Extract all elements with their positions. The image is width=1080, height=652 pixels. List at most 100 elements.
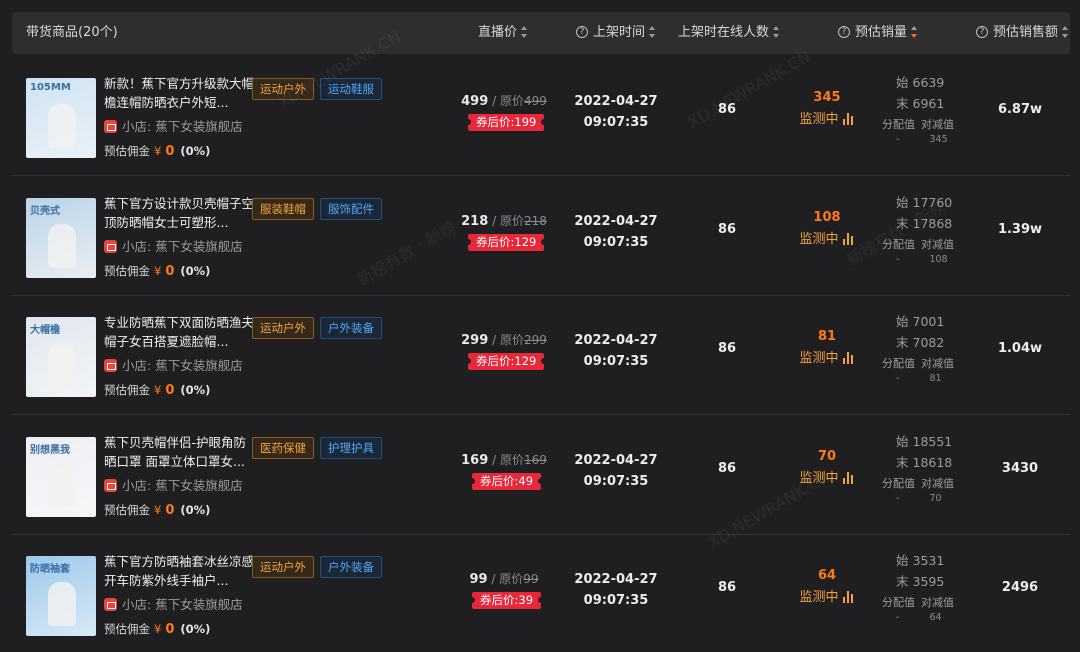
monitoring-status[interactable]: 监测中 <box>782 347 872 366</box>
thumbnail-text: 别想黑我 <box>30 444 70 456</box>
category-tag[interactable]: 运动户外 <box>252 317 314 339</box>
help-icon[interactable]: ? <box>576 25 588 38</box>
subcategory-tag[interactable]: 户外装备 <box>320 317 382 339</box>
yen-symbol: ¥ <box>154 502 162 517</box>
coupon-price-badge: 券后价:39 <box>468 592 545 609</box>
table-row[interactable]: 别想黑我 蕉下贝壳帽伴侣-护眼角防晒口罩 面罩立体口罩女... 医药保健 护理护具… <box>12 415 1070 535</box>
monitoring-status[interactable]: 监测中 <box>782 108 872 127</box>
estimated-sales[interactable]: 64 监测中 <box>782 568 872 605</box>
live-price: 299 / 原价299 <box>444 331 564 348</box>
sort-icon[interactable] <box>521 25 528 38</box>
shop-prefix: 小店: <box>122 477 152 493</box>
coupon-price: 129 <box>514 354 537 368</box>
category-tag[interactable]: 运动户外 <box>252 556 314 578</box>
shop-icon <box>104 120 117 133</box>
product-title[interactable]: 新款！蕉下官方升级款大帽檐连帽防晒衣户外短... <box>104 74 254 112</box>
header-online[interactable]: 上架时在线人数 <box>678 12 780 54</box>
category-tag[interactable]: 医药保健 <box>252 436 314 459</box>
alloc-value: - <box>896 612 900 623</box>
help-icon[interactable]: ? <box>838 25 850 38</box>
shop-info[interactable]: 小店: 蕉下女装旗舰店 <box>104 355 243 374</box>
commission-label: 预估佣金 <box>104 502 150 517</box>
thumbnail-figure <box>48 343 76 387</box>
sort-icon[interactable] <box>649 25 656 38</box>
bar-chart-icon <box>842 469 855 484</box>
original-price-prefix: / 原价 <box>492 213 524 228</box>
end-value: 17868 <box>912 215 953 231</box>
monitoring-label: 监测中 <box>799 590 839 605</box>
category-tag[interactable]: 服装鞋帽 <box>252 197 314 220</box>
listing-date: 2022-04-27 <box>574 94 658 109</box>
header-price[interactable]: 直播价 <box>478 12 528 54</box>
category-tag[interactable]: 运动户外 <box>252 78 314 100</box>
monitoring-status[interactable]: 监测中 <box>782 228 872 247</box>
subcategory-tag[interactable]: 服饰配件 <box>320 197 382 220</box>
sort-icon[interactable] <box>773 25 780 38</box>
product-title[interactable]: 专业防晒蕉下双面防晒渔夫帽子女百搭夏遮脸帽... <box>104 313 254 351</box>
product-thumbnail[interactable]: 贝壳式 <box>26 197 96 278</box>
listing-clock: 09:07:35 <box>583 234 649 250</box>
sales-value: 64 <box>817 568 837 583</box>
coupon-price-badge: 券后价:129 <box>464 353 548 370</box>
estimated-sales[interactable]: 70 监测中 <box>782 449 872 486</box>
adjust-values: - 64 <box>878 612 968 623</box>
start-value: 18551 <box>912 433 953 449</box>
coupon-price-badge: 券后价:199 <box>464 114 548 131</box>
subcategory-tag[interactable]: 运动鞋服 <box>320 78 382 100</box>
online-count: 86 <box>717 460 737 476</box>
product-thumbnail[interactable]: 大帽檐 <box>26 317 96 397</box>
online-count: 86 <box>717 341 737 356</box>
header-amount[interactable]: ? 预估销售额 <box>976 12 1069 54</box>
listing-date: 2022-04-27 <box>574 213 658 229</box>
product-thumbnail[interactable]: 别想黑我 <box>26 436 96 517</box>
product-thumbnail[interactable]: 105MM <box>26 78 96 158</box>
estimated-sales[interactable]: 81 监测中 <box>782 329 872 366</box>
estimated-sales[interactable]: 108 监测中 <box>782 210 872 247</box>
product-tags: 运动户外 运动鞋服 <box>252 78 388 100</box>
table-row[interactable]: 大帽檐 专业防晒蕉下双面防晒渔夫帽子女百搭夏遮脸帽... 运动户外 户外装备 小店… <box>12 295 1070 415</box>
current-price: 169 <box>461 452 489 468</box>
live-price: 499 / 原价499 <box>444 92 564 109</box>
sort-icon[interactable] <box>911 25 918 38</box>
product-title[interactable]: 蕉下官方设计款贝壳帽子空顶防晒帽女士可塑形... <box>104 194 254 232</box>
monitoring-status[interactable]: 监测中 <box>782 586 872 605</box>
shop-name: 蕉下女装旗舰店 <box>155 477 243 493</box>
product-title[interactable]: 蕉下官方防晒袖套冰丝凉感开车防紫外线手袖户... <box>104 552 254 590</box>
help-icon[interactable]: ? <box>976 25 988 38</box>
live-price: 169 / 原价169 <box>444 451 564 468</box>
product-title[interactable]: 蕉下贝壳帽伴侣-护眼角防晒口罩 面罩立体口罩女... <box>104 433 254 471</box>
shop-icon <box>104 478 117 492</box>
thumbnail-text: 贝壳式 <box>30 205 60 217</box>
subcategory-tag[interactable]: 护理护具 <box>320 436 382 459</box>
product-thumbnail[interactable]: 防晒袖套 <box>26 556 96 636</box>
table-row[interactable]: 防晒袖套 蕉下官方防晒袖套冰丝凉感开车防紫外线手袖户... 运动户外 户外装备 小… <box>12 534 1070 652</box>
table-row[interactable]: 贝壳式 蕉下官方设计款贝壳帽子空顶防晒帽女士可塑形... 服装鞋帽 服饰配件 小店… <box>12 176 1070 296</box>
reduce-value: 108 <box>929 253 948 265</box>
subcategory-tag[interactable]: 户外装备 <box>320 556 382 578</box>
current-price: 499 <box>461 94 489 109</box>
shop-info[interactable]: 小店: 蕉下女装旗舰店 <box>104 116 243 135</box>
shop-info[interactable]: 小店: 蕉下女装旗舰店 <box>104 594 243 613</box>
header-time-label: 上架时间 <box>593 25 646 40</box>
coupon-price: 199 <box>514 115 537 129</box>
shop-info[interactable]: 小店: 蕉下女装旗舰店 <box>104 236 243 255</box>
header-sales[interactable]: ? 预估销量 <box>838 12 918 54</box>
sort-icon[interactable] <box>1062 25 1069 38</box>
shop-prefix: 小店: <box>122 597 152 612</box>
estimated-sales[interactable]: 345 监测中 <box>782 90 872 127</box>
original-price: / 原价218 <box>492 214 547 228</box>
shop-info[interactable]: 小店: 蕉下女装旗舰店 <box>104 475 243 494</box>
monitoring-status[interactable]: 监测中 <box>782 467 872 486</box>
header-time[interactable]: ? 上架时间 <box>576 12 656 54</box>
commission: 预估佣金 ¥0 (0%) <box>104 263 210 279</box>
table-row[interactable]: 105MM 新款！蕉下官方升级款大帽檐连帽防晒衣户外短... 运动户外 运动鞋服 … <box>12 56 1070 176</box>
coupon-prefix: 券后价: <box>480 593 519 607</box>
estimated-amount: 3430 <box>1001 460 1039 476</box>
sales-value: 345 <box>813 90 841 105</box>
monitoring-label: 监测中 <box>799 351 839 366</box>
original-price: / 原价99 <box>491 572 538 586</box>
commission-value: 0 <box>165 263 175 279</box>
commission-label: 预估佣金 <box>104 383 150 397</box>
start-value: 17760 <box>912 194 953 210</box>
original-price-prefix: / 原价 <box>492 452 524 467</box>
